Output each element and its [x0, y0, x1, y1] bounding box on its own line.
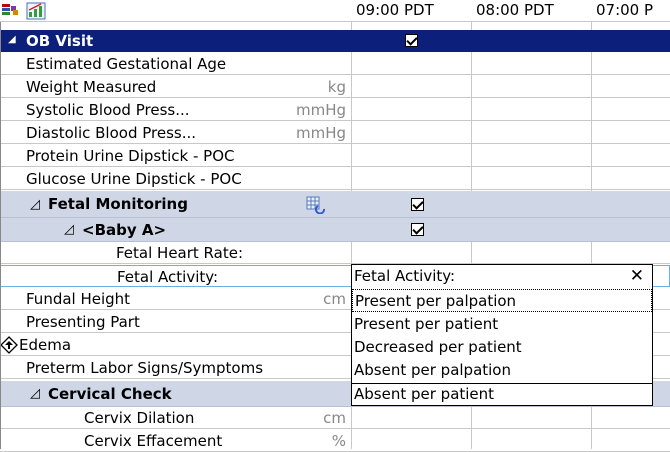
popup-option-decreased-patient[interactable]: Decreased per patient: [352, 336, 652, 359]
row-glucose-urine[interactable]: Glucose Urine Dipstick - POC: [0, 168, 670, 190]
subsection-fetal-monitoring[interactable]: ◿ Fetal Monitoring: [0, 191, 670, 218]
row-cervix-dilation[interactable]: Cervix Dilation cm: [0, 407, 670, 429]
row-unit: cm: [323, 409, 346, 427]
row-label: Protein Urine Dipstick - POC: [26, 147, 235, 165]
baby-a-checkbox[interactable]: [411, 223, 424, 236]
column-header-0900[interactable]: 09:00 PDT: [356, 0, 434, 21]
row-label: Fetal Activity:: [117, 268, 219, 286]
close-icon[interactable]: ✕: [630, 265, 644, 287]
popup-title: Fetal Activity:: [354, 267, 456, 285]
row-label: Estimated Gestational Age: [26, 55, 227, 73]
collapse-triangle-icon[interactable]: ◿: [30, 386, 40, 401]
collapse-triangle-icon[interactable]: ◿: [64, 222, 74, 237]
fetal-activity-popup: Fetal Activity: ✕ Present per palpation …: [351, 264, 653, 384]
column-header-0700[interactable]: 07:00 P: [596, 0, 653, 21]
row-estimated-gestational-age[interactable]: Estimated Gestational Age: [0, 53, 670, 75]
row-label: Presenting Part: [26, 313, 140, 331]
chart-view-icon[interactable]: [26, 2, 46, 24]
collapse-triangle-icon[interactable]: ◢: [8, 34, 16, 45]
flowsheet-grid: 09:00 PDT 08:00 PDT 07:00 P ◢ OB Visit E…: [0, 0, 670, 452]
row-label: Edema: [19, 336, 72, 354]
row-systolic-bp[interactable]: Systolic Blood Press... mmHg: [0, 99, 670, 121]
row-label: Fetal Heart Rate:: [116, 244, 244, 262]
row-unit: mmHg: [295, 124, 346, 142]
row-label: Weight Measured: [26, 78, 157, 96]
row-unit: cm: [323, 290, 346, 308]
row-diastolic-bp[interactable]: Diastolic Blood Press... mmHg: [0, 122, 670, 144]
row-label: Cervix Dilation: [84, 409, 195, 427]
row-unit: mmHg: [295, 101, 346, 119]
fetal-monitoring-checkbox[interactable]: [411, 198, 424, 211]
popup-header: Fetal Activity: ✕: [352, 265, 652, 287]
subsection-title: Fetal Monitoring: [48, 195, 188, 213]
row-label: Fundal Height: [26, 290, 131, 308]
section-title: OB Visit: [26, 32, 94, 50]
subsection-title: <Baby A>: [82, 221, 167, 239]
row-unit: kg: [327, 78, 346, 96]
row-label: Glucose Urine Dipstick - POC: [26, 170, 242, 188]
row-fetal-heart-rate[interactable]: Fetal Heart Rate:: [0, 242, 670, 264]
popup-option-present-palpation[interactable]: Present per palpation: [352, 289, 652, 312]
column-header-0800[interactable]: 08:00 PDT: [476, 0, 554, 21]
header-row: 09:00 PDT 08:00 PDT 07:00 P: [0, 0, 670, 22]
fetal-grid-icon[interactable]: [306, 196, 326, 218]
section-checkbox[interactable]: [405, 34, 418, 47]
popup-option-absent-patient[interactable]: Absent per patient: [352, 384, 494, 404]
row-label: Systolic Blood Press...: [26, 101, 190, 119]
row-protein-urine[interactable]: Protein Urine Dipstick - POC: [0, 145, 670, 167]
subsection-title: Cervical Check: [48, 385, 172, 403]
expand-diamond-icon[interactable]: [0, 336, 18, 358]
collapse-triangle-icon[interactable]: ◿: [30, 197, 40, 212]
flowsheet-toolbar-icon[interactable]: [2, 3, 22, 23]
popup-option-absent-palpation[interactable]: Absent per palpation: [352, 359, 652, 381]
popup-option-present-patient[interactable]: Present per patient: [352, 313, 652, 336]
section-header-ob-visit[interactable]: ◢ OB Visit: [0, 30, 670, 52]
subsection-baby-a[interactable]: ◿ <Baby A>: [0, 218, 670, 242]
popup-last-option-container: Absent per patient: [351, 384, 653, 406]
row-label: Diastolic Blood Press...: [26, 124, 197, 142]
row-weight-measured[interactable]: Weight Measured kg: [0, 76, 670, 98]
grid-left-border: [0, 22, 1, 449]
row-label: Preterm Labor Signs/Symptoms: [26, 359, 264, 377]
